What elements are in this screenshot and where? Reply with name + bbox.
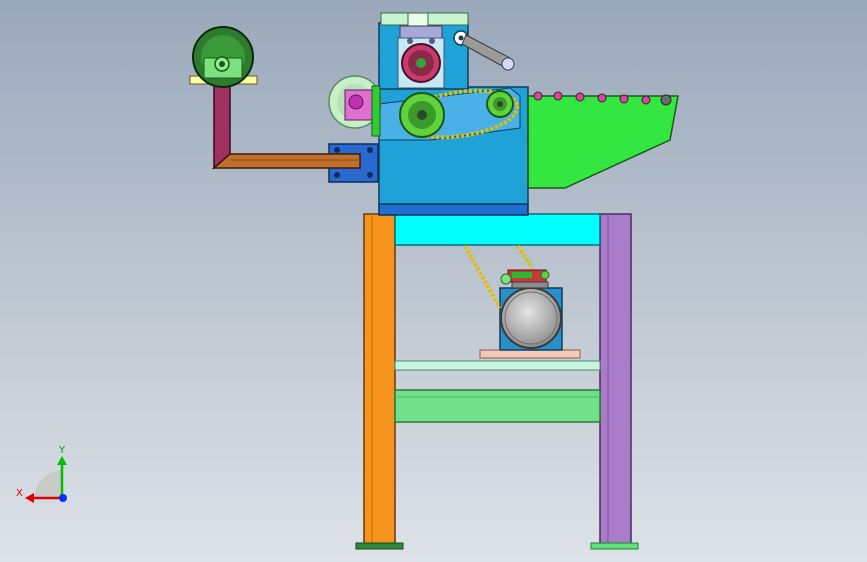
cad-viewport[interactable]: Y X [0,0,867,562]
frame [355,213,639,550]
left-foot [355,542,404,550]
triad-x-label: X [16,488,23,499]
hopper-body [527,95,679,189]
machine-assembly-drawing: Y X [16,12,679,550]
top-beam [394,213,601,246]
motor-sprocket [500,273,512,285]
right-leg [599,213,632,545]
coordinate-triad[interactable]: Y X [16,445,67,503]
motor-assembly [463,244,581,359]
triad-z-axis [59,494,67,502]
lower-beam-1 [394,360,601,371]
arm-horizontal-tube [212,153,361,169]
hopper [527,91,679,189]
drive-chain-lower [463,245,502,309]
lower-beam-2 [394,389,601,423]
triad-plane [34,470,62,498]
right-foot [590,542,639,550]
machine-body [328,12,529,216]
left-leg [363,213,396,545]
motor-drum [500,287,562,349]
body-base [378,203,529,216]
triad-y-label: Y [58,445,66,456]
motor-base-plate [479,349,581,359]
